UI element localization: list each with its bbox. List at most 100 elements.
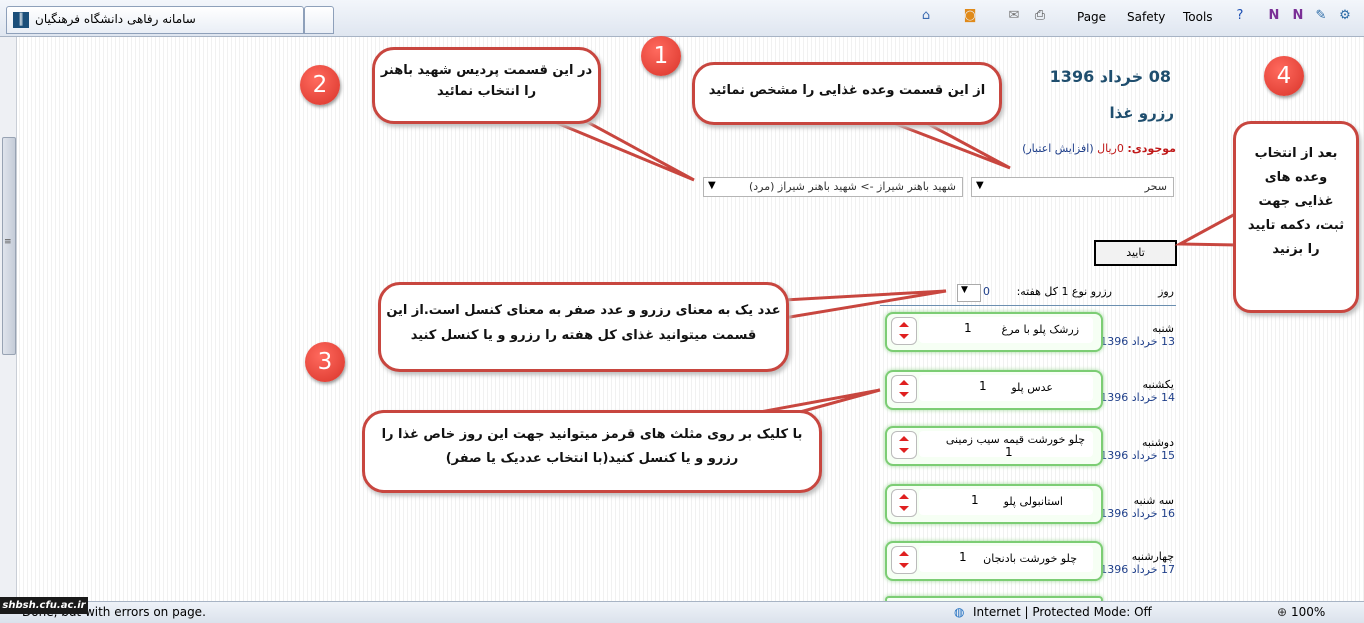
research-icon[interactable]: ✎ [1313,8,1329,24]
decrement-icon[interactable] [899,392,909,397]
meal-name: عدس پلو [1011,381,1053,394]
meal-display: استانبولی پلو 1 [919,489,1093,515]
meal-box: عدس پلو 1 [885,370,1103,410]
day-name: چهارشنبه [1131,550,1174,563]
step-badge-1: 1 [641,36,681,76]
count-stepper[interactable] [891,317,917,345]
meal-display: چلو خورشت بادنجان 1 [919,546,1093,572]
count-stepper[interactable] [891,375,917,403]
day-date: 16 خرداد 1396 [1100,507,1175,520]
meal-count: 1 [979,379,987,393]
site-favicon-icon: ║ [13,12,29,28]
callout-campus-line2: را انتخاب نمائید [436,84,537,99]
meal-name: چلو خورشت بادنجان [983,552,1077,565]
meal-name: چلو خورشت قیمه سیب زمینی [945,433,1085,446]
confirm-button[interactable]: تایید [1094,240,1177,266]
callout-meal: از این قسمت وعده غذایی را مشخص نمائید [692,62,1002,125]
safety-menu[interactable]: Safety [1127,8,1165,26]
meal-name: استانبولی پلو [1003,495,1063,508]
page-heading: رزرو غذا [1109,104,1174,122]
count-stepper[interactable] [891,546,917,574]
count-stepper[interactable] [891,489,917,517]
callout-confirm-line5: را بزنید [1272,242,1320,257]
step-badge-3: 3 [305,342,345,382]
meal-box: چلو خورشت قیمه سیب زمینی 1 [885,426,1103,466]
meal-display: چلو خورشت قیمه سیب زمینی 1 [919,431,1093,459]
tab-title: سامانه رفاهی دانشگاه فرهنگیان [35,12,196,26]
meal-display: زرشک پلو با مرغ 1 [919,317,1093,343]
chevron-down-icon[interactable]: ▼ [708,180,716,191]
campus-select[interactable]: شهید باهنر شیراز -> شهید باهنر شیراز (مر… [703,177,963,197]
meal-box: زرشک پلو با مرغ 1 [885,312,1103,352]
callout-day: با کلیک بر روی مثلث های قرمز میتوانید جه… [362,410,822,493]
home-icon[interactable]: ⌂ [918,8,934,24]
callout-confirm-line2: وعده های [1264,170,1328,185]
day-name: دوشنبه [1142,436,1174,449]
callout-confirm: بعد از انتخاب وعده های غذایی جهت ثبت، دک… [1233,121,1359,313]
day-date: 13 خرداد 1396 [1100,335,1175,348]
tools-extra-icon[interactable]: ⚙ [1337,8,1353,24]
meal-display: عدس پلو 1 [919,375,1093,401]
balance-value: 0ریال [1097,142,1124,155]
new-tab-button[interactable] [304,6,334,34]
day-date: 14 خرداد 1396 [1100,391,1175,404]
step-badge-4: 4 [1264,56,1304,96]
increment-icon[interactable] [899,322,909,327]
increment-icon[interactable] [899,494,909,499]
zoom-level[interactable]: 100% [1291,605,1325,619]
increment-icon[interactable] [899,436,909,441]
decrement-icon[interactable] [899,563,909,568]
tools-menu[interactable]: Tools [1183,8,1213,26]
table-header: روز رزرو نوع 1 کل هفته: [880,281,1176,306]
callout-meal-text: از این قسمت وعده غذایی را مشخص نمائید [708,83,986,98]
grip-icon: ≡ [4,237,12,247]
campus-select-value: شهید باهنر شیراز -> شهید باهنر شیراز (مر… [748,180,956,193]
day-date: 17 خرداد 1396 [1100,563,1175,576]
decrement-icon[interactable] [899,334,909,339]
increment-icon[interactable] [899,380,909,385]
callout-day-line1: با کلیک بر روی مثلث های قرمز میتوانید جه… [381,427,803,442]
page-menu[interactable]: Page [1077,8,1106,26]
chevron-down-icon[interactable]: ▼ [976,180,984,191]
watermark: shbsh.cfu.ac.ir [0,597,88,614]
status-bar: Done, but with errors on page. ◍ Interne… [0,601,1364,623]
step-badge-2: 2 [300,65,340,105]
decrement-icon[interactable] [899,506,909,511]
meal-count: 1 [959,550,967,564]
day-name: شنبه [1152,322,1174,335]
count-stepper[interactable] [891,431,917,459]
rss-feed-icon[interactable]: ◙ [962,8,978,24]
week-select[interactable]: ▼ 0 [957,284,990,302]
vertical-scrollbar[interactable]: ≡ [0,37,17,601]
week-column-header: رزرو نوع 1 کل هفته: [1016,285,1112,298]
callout-week-line1: عدد یک به معنای رزرو و عدد صفر به معنای … [386,303,781,318]
meal-count: 1 [1005,445,1013,459]
browser-tab[interactable]: ║ سامانه رفاهی دانشگاه فرهنگیان [6,6,304,34]
meal-count: 1 [971,493,979,507]
browser-toolbar: ║ سامانه رفاهی دانشگاه فرهنگیان ⌂ ◙ ✉ ⎙ … [0,0,1364,37]
increment-icon[interactable] [899,551,909,556]
meal-box: استانبولی پلو 1 [885,484,1103,524]
add-credit-link[interactable]: (افزایش اعتبار) [1022,142,1094,155]
security-zone: Internet | Protected Mode: Off [973,605,1152,619]
onenote-send-icon[interactable]: N [1290,8,1306,24]
onenote-icon[interactable]: N [1266,8,1282,24]
page-date-title: 08 خرداد 1396 [1049,67,1171,86]
callout-campus: در این قسمت پردیس شهید باهنر را انتخاب ن… [372,47,601,124]
zoom-icon[interactable]: ⊕ [1277,605,1287,619]
day-date: 15 خرداد 1396 [1100,449,1175,462]
meal-select[interactable]: سحر ▼ [971,177,1174,197]
chevron-down-icon[interactable]: ▼ [961,285,968,295]
meal-count: 1 [964,321,972,335]
balance-label: موجودی: [1127,142,1176,155]
callout-day-line2: رزرو و یا کنسل کنید(با انتخاب عددیک یا ص… [445,451,739,466]
week-select-value: 0 [983,285,990,298]
decrement-icon[interactable] [899,448,909,453]
callout-confirm-line1: بعد از انتخاب [1254,146,1338,161]
callout-campus-line1: در این قسمت پردیس شهید باهنر [380,63,593,78]
print-icon[interactable]: ⎙ [1032,8,1048,24]
mail-icon[interactable]: ✉ [1006,8,1022,24]
help-icon[interactable]: ? [1232,8,1248,24]
meal-box: چلو خورشت بادنجان 1 [885,541,1103,581]
day-name: یکشنبه [1142,378,1175,391]
